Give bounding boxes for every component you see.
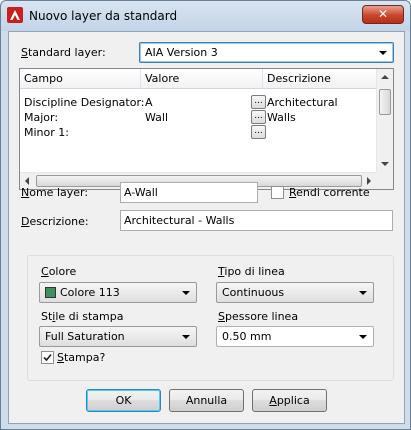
standard-layer-dropdown[interactable]: AIA Version 3 bbox=[139, 42, 394, 63]
close-icon: ✕ bbox=[377, 7, 389, 21]
make-current-label[interactable]: Rendi corrente bbox=[289, 186, 370, 199]
chevron-down-icon bbox=[359, 335, 367, 339]
chevron-down-icon bbox=[182, 335, 190, 339]
scroll-down-icon[interactable] bbox=[381, 162, 389, 166]
color-label: Colore bbox=[41, 265, 77, 278]
chevron-down-icon bbox=[379, 51, 387, 55]
lineweight-dropdown[interactable]: 0.50 mm bbox=[216, 326, 374, 347]
cell-descrizione: Walls bbox=[267, 111, 296, 124]
scroll-up-icon[interactable] bbox=[381, 75, 389, 79]
standard-layer-label: Standard layer: bbox=[21, 46, 106, 59]
lineweight-label: Spessore linea bbox=[218, 310, 299, 323]
standard-layer-value: AIA Version 3 bbox=[145, 46, 218, 59]
plot-style-dropdown[interactable]: Full Saturation bbox=[39, 326, 197, 347]
title-bar[interactable]: Nuovo layer da standard ✕ bbox=[1, 1, 410, 31]
window-title: Nuovo layer da standard bbox=[29, 9, 178, 23]
cell-campo: Discipline Designator: bbox=[24, 96, 145, 109]
description-input[interactable]: Architectural - Walls bbox=[120, 210, 393, 231]
plot-checkbox[interactable] bbox=[41, 351, 54, 364]
apply-button[interactable]: Applica bbox=[252, 389, 327, 412]
browse-button[interactable]: ... bbox=[251, 110, 266, 124]
table-header: Campo Valore Descrizione bbox=[20, 69, 377, 89]
layer-name-label: Nome layer: bbox=[21, 186, 89, 199]
make-current-checkbox[interactable] bbox=[271, 186, 284, 199]
column-header-valore[interactable]: Valore bbox=[141, 69, 263, 89]
plot-style-value: Full Saturation bbox=[45, 330, 125, 343]
lineweight-value: 0.50 mm bbox=[222, 330, 272, 343]
chevron-down-icon bbox=[359, 291, 367, 295]
dialog-window: Nuovo layer da standard ✕ Standard layer… bbox=[0, 0, 411, 430]
description-label: Descrizione: bbox=[21, 215, 89, 228]
cell-campo: Major: bbox=[24, 111, 59, 124]
scroll-right-icon[interactable] bbox=[367, 177, 371, 185]
ok-button[interactable]: OK bbox=[86, 389, 161, 412]
linetype-label: Tipo di linea bbox=[218, 265, 285, 278]
dialog-client-area: Standard layer: AIA Version 3 Campo Valo… bbox=[8, 31, 405, 424]
browse-button[interactable]: ... bbox=[251, 125, 266, 139]
autocad-app-icon bbox=[7, 7, 23, 23]
plot-style-label: Stile di stampa bbox=[41, 310, 124, 323]
color-swatch-icon bbox=[45, 287, 56, 298]
vertical-scroll-thumb[interactable] bbox=[379, 89, 391, 115]
layer-fields-table[interactable]: Campo Valore Descrizione Discipline Desi… bbox=[19, 68, 394, 190]
scroll-left-icon[interactable] bbox=[25, 177, 29, 185]
plot-label[interactable]: Stampa? bbox=[57, 351, 105, 364]
cell-descrizione: Architectural bbox=[267, 96, 338, 109]
column-header-descrizione[interactable]: Descrizione bbox=[263, 69, 377, 89]
browse-button[interactable]: ... bbox=[251, 95, 266, 109]
cell-valore[interactable]: Wall bbox=[145, 111, 168, 124]
close-button[interactable]: ✕ bbox=[362, 5, 404, 24]
vertical-scrollbar[interactable] bbox=[376, 69, 393, 172]
cancel-button[interactable]: Annulla bbox=[169, 389, 244, 412]
layer-name-input[interactable]: A-Wall bbox=[120, 182, 258, 203]
color-dropdown[interactable]: Colore 113 bbox=[39, 282, 197, 303]
color-value: Colore 113 bbox=[60, 286, 120, 299]
linetype-value: Continuous bbox=[222, 286, 285, 299]
scrollbar-corner bbox=[376, 172, 393, 189]
cell-campo: Minor 1: bbox=[24, 126, 69, 139]
cell-valore[interactable]: A bbox=[145, 96, 153, 109]
linetype-dropdown[interactable]: Continuous bbox=[216, 282, 374, 303]
column-header-campo[interactable]: Campo bbox=[20, 69, 141, 89]
chevron-down-icon bbox=[182, 291, 190, 295]
checkmark-icon bbox=[43, 353, 52, 362]
